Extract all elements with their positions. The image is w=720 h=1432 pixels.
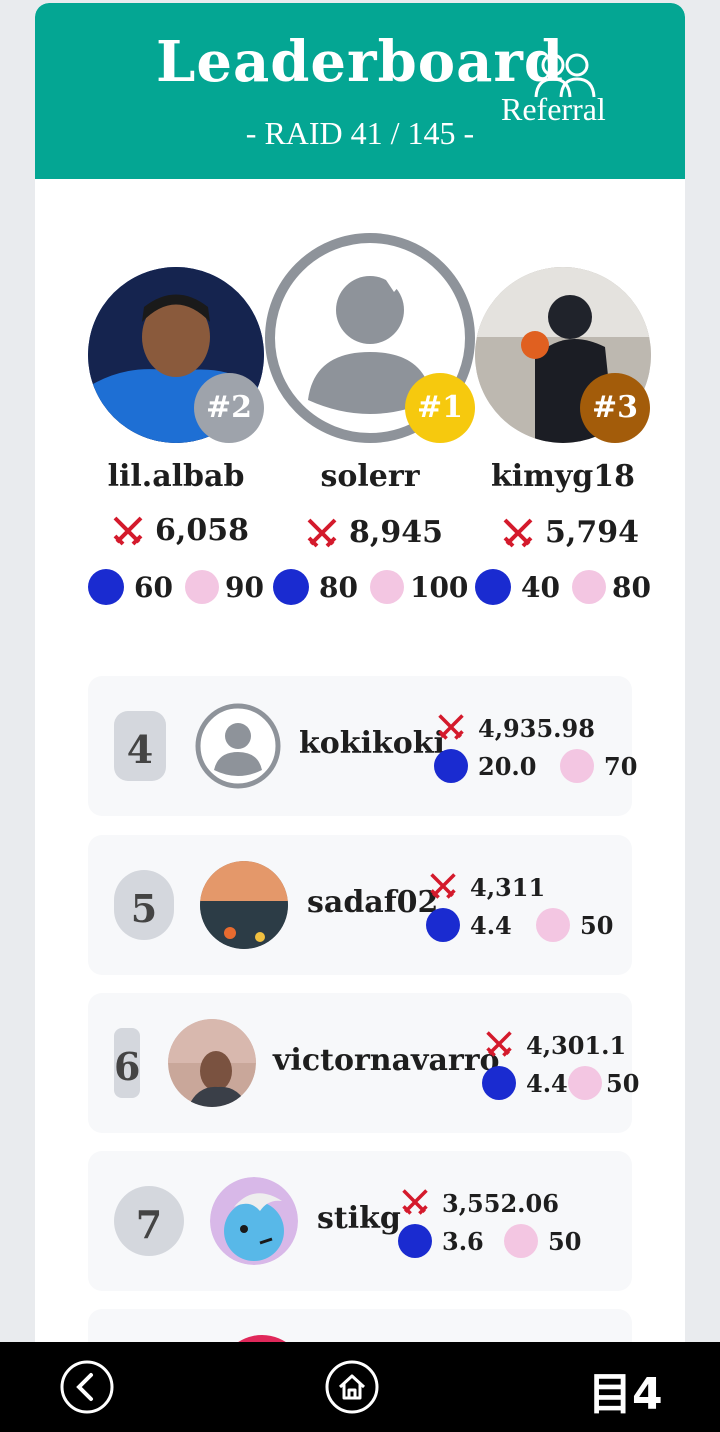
podium-score-1: 8,945	[305, 515, 443, 550]
swords-icon	[307, 518, 337, 547]
swords-icon	[402, 1189, 428, 1215]
steem-icon	[434, 749, 468, 783]
rank-number: 7	[114, 1186, 184, 1256]
referral-button[interactable]: Referral	[501, 91, 606, 128]
row-score: 3,552.06	[442, 1189, 559, 1218]
podium-name-3[interactable]: kimyg18	[463, 459, 663, 494]
row-tokens: 50	[548, 1227, 582, 1256]
token-icon	[536, 908, 570, 942]
steem-icon	[482, 1066, 516, 1100]
row-steem: 20.0	[478, 752, 537, 781]
token-icon	[560, 749, 594, 783]
token-icon	[504, 1224, 538, 1258]
swords-icon	[503, 518, 533, 547]
avatar[interactable]	[200, 861, 288, 949]
swords-icon	[113, 516, 143, 545]
steem-icon	[426, 908, 460, 942]
bottom-navigation: 目4	[0, 1342, 720, 1432]
row-username[interactable]: kokikoki	[299, 726, 445, 761]
row-username[interactable]: stikg	[317, 1201, 401, 1236]
swords-icon	[430, 873, 456, 899]
row-tokens: 70	[604, 752, 638, 781]
leaderboard-row-4[interactable]: 4 kokikoki 4,935.98 20.0 70	[88, 676, 637, 816]
podium-rewards-1: 80 100	[273, 569, 468, 605]
row-steem: 3.6	[442, 1227, 484, 1256]
app-logo[interactable]: 目4	[588, 1358, 663, 1422]
podium-score-3: 5,794	[501, 515, 639, 550]
chevron-left-icon[interactable]	[59, 1359, 115, 1415]
rank-badge-3: #3	[580, 373, 650, 443]
steem-icon	[475, 569, 511, 605]
row-tokens: 50	[580, 911, 614, 940]
leaderboard-row-6[interactable]: 6 victornavarro 4,301.1 4.4 50	[88, 993, 639, 1133]
swords-icon	[486, 1031, 512, 1057]
rank-number: 5	[114, 870, 174, 940]
avatar[interactable]	[194, 702, 282, 790]
token-icon	[571, 570, 606, 604]
podium-score-2: 6,058	[111, 513, 249, 548]
rank-number: 6	[114, 1028, 140, 1098]
podium-name-1[interactable]: solerr	[270, 459, 470, 494]
row-score: 4,301.1	[526, 1031, 627, 1060]
rank-number: 4	[114, 711, 166, 781]
rank-badge-2: #2	[194, 373, 264, 443]
avatar[interactable]	[210, 1177, 298, 1265]
podium-name-2[interactable]: lil.albab	[76, 459, 276, 494]
leaderboard-header: Leaderboard - RAID 41 / 145 - Referral	[35, 3, 685, 179]
row-steem: 4.4	[526, 1069, 568, 1098]
rank-badge-1: #1	[405, 373, 475, 443]
leaderboard-row-5[interactable]: 5 sadaf02 4,311 4.4 50	[88, 835, 632, 975]
leaderboard-row-7[interactable]: 7 stikg 3,552.06 3.6 50	[88, 1151, 632, 1291]
row-score: 4,935.98	[478, 714, 595, 743]
leaderboard-card: Leaderboard - RAID 41 / 145 - Referral #…	[35, 3, 685, 1383]
row-tokens: 50	[606, 1069, 640, 1098]
token-icon	[184, 570, 219, 604]
steem-icon	[273, 569, 309, 605]
token-icon	[369, 570, 404, 604]
row-steem: 4.4	[470, 911, 512, 940]
podium-rewards-2: 60 90	[88, 569, 264, 605]
row-username[interactable]: sadaf02	[307, 885, 438, 920]
steem-icon	[398, 1224, 432, 1258]
podium-rewards-3: 40 80	[475, 569, 651, 605]
home-icon[interactable]	[324, 1359, 380, 1415]
row-score: 4,311	[470, 873, 546, 902]
steem-icon	[88, 569, 124, 605]
row-username[interactable]: victornavarro	[273, 1043, 500, 1078]
avatar[interactable]	[168, 1019, 256, 1107]
swords-icon	[438, 714, 464, 740]
token-icon	[568, 1066, 602, 1100]
